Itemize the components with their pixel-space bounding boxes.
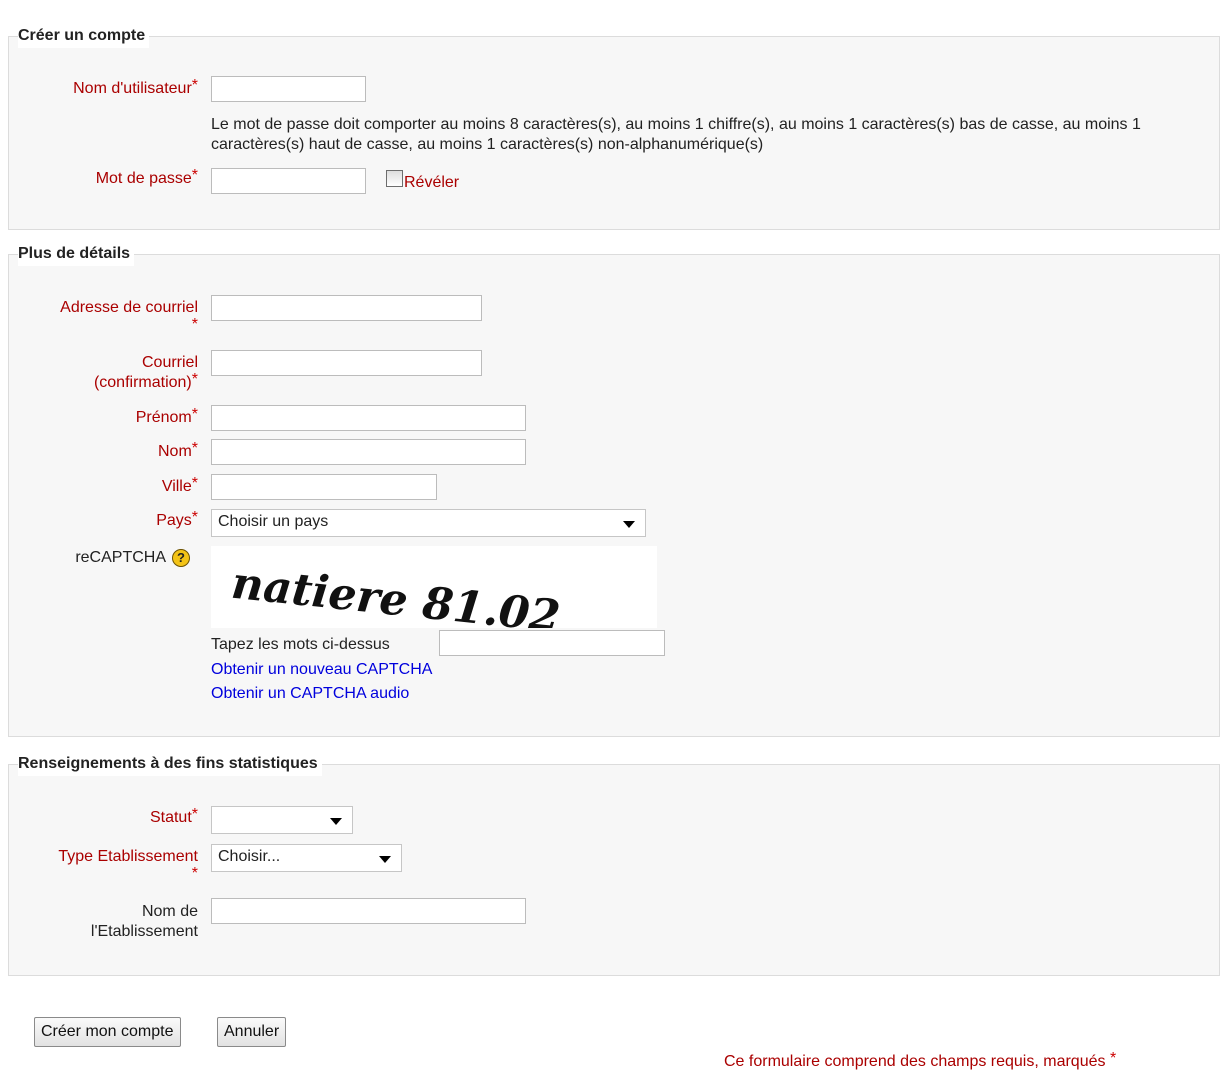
chevron-down-icon bbox=[623, 521, 635, 528]
email-confirm-input[interactable] bbox=[211, 350, 482, 376]
required-fields-note: Ce formulaire comprend des champs requis… bbox=[724, 1050, 1117, 1070]
chevron-down-icon bbox=[379, 856, 391, 863]
type-select[interactable]: Choisir... bbox=[211, 844, 402, 872]
email-input[interactable] bbox=[211, 295, 482, 321]
new-captcha-link[interactable]: Obtenir un nouveau CAPTCHA bbox=[211, 660, 432, 680]
captcha-text: natiere 81.02 bbox=[229, 558, 562, 628]
country-select[interactable]: Choisir un pays bbox=[211, 509, 646, 537]
reveal-checkbox[interactable] bbox=[386, 170, 403, 187]
section-title-create-account: Créer un compte bbox=[18, 24, 150, 48]
lastname-label: Nom* bbox=[157, 440, 198, 460]
reveal-label[interactable]: Révéler bbox=[404, 173, 459, 193]
required-star: * bbox=[1109, 1050, 1117, 1067]
recaptcha-label: reCAPTCHA? bbox=[8, 548, 190, 568]
captcha-input[interactable] bbox=[439, 630, 665, 656]
required-star: * bbox=[191, 406, 198, 423]
city-input[interactable] bbox=[211, 474, 437, 500]
password-input[interactable] bbox=[211, 168, 366, 194]
captcha-image: natiere 81.02 bbox=[211, 546, 657, 643]
type-select-value: Choisir... bbox=[218, 848, 281, 865]
country-select-value: Choisir un pays bbox=[218, 513, 329, 530]
firstname-label: Prénom* bbox=[135, 406, 198, 426]
section-title-more-details: Plus de détails bbox=[18, 242, 135, 266]
help-icon[interactable]: ? bbox=[172, 548, 190, 567]
username-input[interactable] bbox=[211, 76, 366, 102]
city-label: Ville* bbox=[161, 475, 198, 495]
chevron-down-icon bbox=[330, 818, 342, 825]
required-star: * bbox=[191, 475, 198, 492]
lastname-input[interactable] bbox=[211, 439, 526, 465]
password-rule-text: Le mot de passe doit comporter au moins … bbox=[211, 116, 1141, 153]
audio-captcha-link[interactable]: Obtenir un CAPTCHA audio bbox=[211, 684, 409, 704]
required-star: * bbox=[191, 509, 198, 526]
type-label: Type Etablissement * bbox=[58, 848, 198, 882]
status-select[interactable] bbox=[211, 806, 353, 834]
required-star: * bbox=[191, 440, 198, 457]
email-label: Adresse de courriel * bbox=[60, 299, 198, 333]
password-label: Mot de passe* bbox=[95, 167, 198, 187]
required-star: * bbox=[191, 371, 198, 388]
firstname-input[interactable] bbox=[211, 405, 526, 431]
required-star: * bbox=[191, 806, 198, 823]
institution-name-input[interactable] bbox=[211, 898, 526, 924]
institution-name-label: Nom de l'Etablissement bbox=[90, 903, 198, 940]
country-label: Pays* bbox=[156, 509, 198, 529]
required-star: * bbox=[191, 865, 198, 882]
cancel-button[interactable]: Annuler bbox=[217, 1017, 287, 1047]
required-star: * bbox=[191, 77, 198, 94]
section-title-statistics: Renseignements à des fins statistiques bbox=[18, 752, 322, 776]
captcha-prompt: Tapez les mots ci-dessus bbox=[211, 636, 390, 653]
create-account-button[interactable]: Créer mon compte bbox=[34, 1017, 181, 1047]
username-label: Nom d'utilisateur* bbox=[73, 77, 198, 97]
email-confirm-label: Courriel (confirmation)* bbox=[93, 354, 198, 391]
required-star: * bbox=[191, 316, 198, 333]
status-label: Statut* bbox=[149, 806, 198, 826]
required-star: * bbox=[191, 167, 198, 184]
